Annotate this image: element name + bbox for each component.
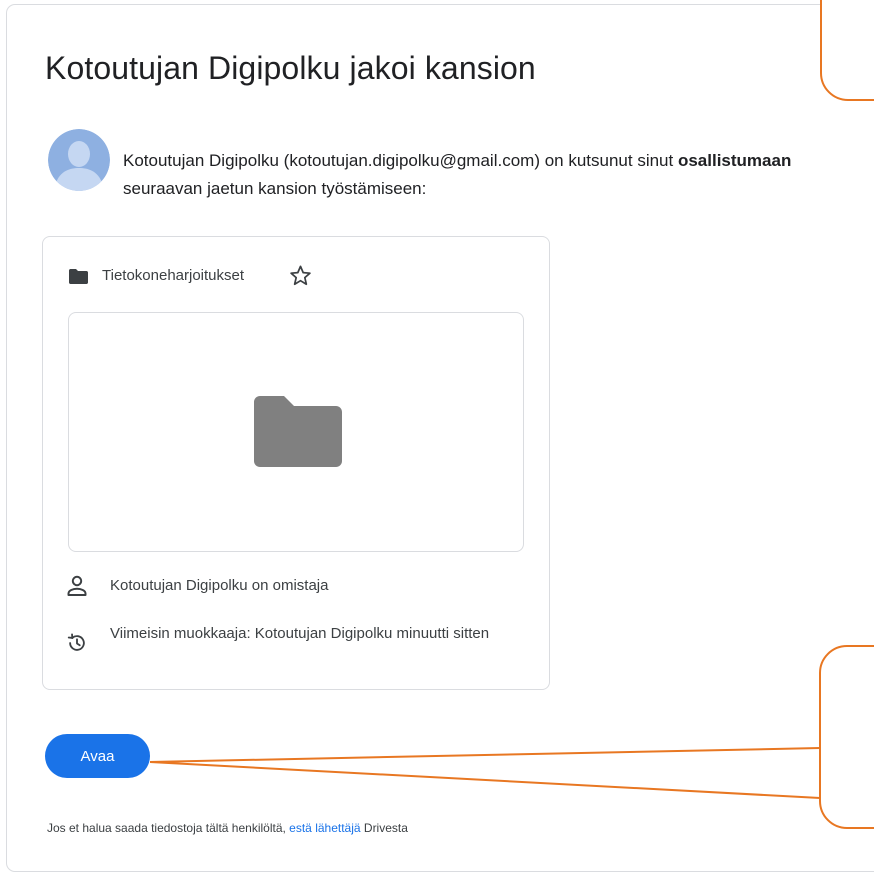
invite-message-bold: osallistumaan — [677, 151, 792, 170]
invite-message: Kotoutujan Digipolku (kotoutujan.digipol… — [123, 147, 823, 203]
footer-text-start: Jos et halua saada tiedostoja tältä henk… — [47, 821, 290, 835]
folder-icon — [254, 396, 342, 467]
annotation-callout-bottom — [819, 645, 874, 829]
history-icon — [67, 633, 85, 651]
folder-name[interactable]: Tietokoneharjoitukset — [102, 267, 244, 284]
footer-note: Jos et halua saada tiedostoja tältä henk… — [47, 821, 408, 835]
invite-message-end: seuraavan jaetun kansion työstämiseen: — [123, 179, 427, 198]
person-outline-icon — [67, 575, 87, 596]
star-outline-icon[interactable] — [289, 264, 312, 287]
email-title: Kotoutujan Digipolku jakoi kansion — [45, 50, 536, 86]
owner-info: Kotoutujan Digipolku on omistaja — [110, 577, 329, 594]
invite-message-start: Kotoutujan Digipolku (kotoutujan.digipol… — [123, 151, 678, 170]
avatar — [48, 129, 110, 191]
footer-text-end: Drivesta — [360, 821, 408, 835]
person-silhouette-icon — [48, 129, 110, 191]
last-modified-info: Viimeisin muokkaaja: Kotoutujan Digipolk… — [110, 625, 490, 642]
open-button[interactable]: Avaa — [45, 734, 150, 778]
annotation-callout-top — [820, 0, 874, 101]
block-sender-link[interactable]: estä lähettäjä — [289, 821, 360, 835]
folder-icon — [69, 269, 88, 284]
